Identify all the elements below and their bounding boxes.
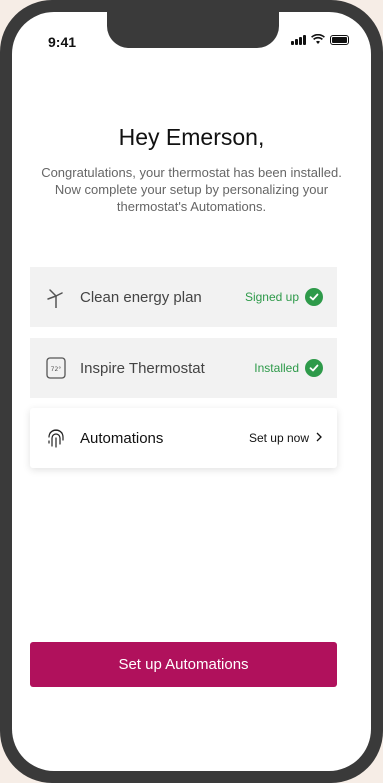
chevron-right-icon bbox=[315, 431, 323, 445]
status-time: 9:41 bbox=[48, 34, 77, 50]
status-text: Set up now bbox=[248, 431, 309, 445]
page-subtitle: Congratulations, your thermostat has bee… bbox=[41, 165, 342, 214]
signal-icon bbox=[291, 34, 306, 45]
status-text: Signed up bbox=[244, 290, 299, 304]
status-badge: Installed bbox=[254, 359, 323, 377]
checklist-item-label: Automations bbox=[80, 429, 164, 447]
page-title: Hey Emerson, bbox=[118, 124, 265, 150]
device-notch bbox=[107, 12, 279, 48]
status-icons bbox=[291, 34, 349, 45]
checklist-item-label: Inspire Thermostat bbox=[80, 359, 205, 377]
wifi-icon bbox=[311, 34, 325, 44]
status-badge: Signed up bbox=[245, 288, 323, 306]
check-circle-icon bbox=[305, 288, 323, 306]
checklist-item-label: Clean energy plan bbox=[80, 288, 202, 306]
fingerprint-icon bbox=[44, 426, 68, 450]
status-text: Installed bbox=[254, 361, 299, 375]
checklist-item-clean-energy: Clean energy plan Signed up bbox=[30, 267, 337, 327]
check-circle-icon bbox=[305, 359, 323, 377]
thermostat-icon: 72° bbox=[44, 356, 68, 380]
battery-icon bbox=[330, 34, 349, 45]
svg-text:72°: 72° bbox=[51, 366, 62, 373]
wind-turbine-icon bbox=[44, 285, 68, 309]
checklist-item-thermostat: 72° Inspire Thermostat Installed bbox=[30, 338, 337, 398]
setup-now-link[interactable]: Set up now bbox=[249, 431, 323, 445]
checklist-item-automations[interactable]: Automations Set up now bbox=[30, 408, 337, 468]
setup-automations-button[interactable]: Set up Automations bbox=[30, 642, 337, 687]
